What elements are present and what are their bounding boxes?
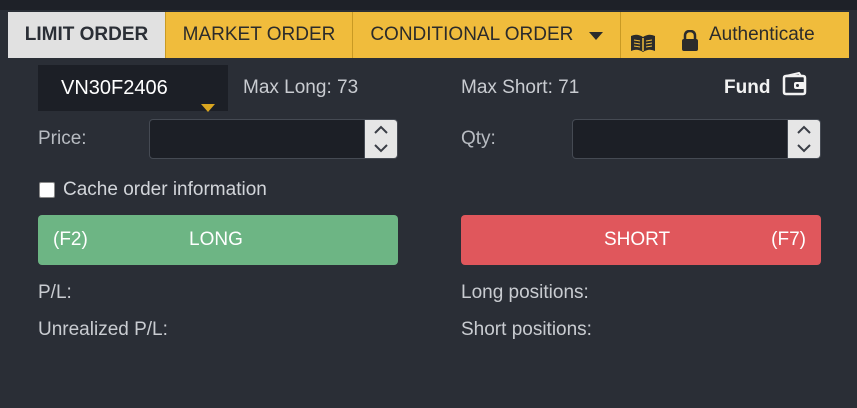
tab-market-order[interactable]: MARKET ORDER bbox=[166, 12, 353, 58]
long-positions-label: Long positions: bbox=[461, 282, 589, 303]
tab-limit-order[interactable]: LIMIT ORDER bbox=[8, 12, 166, 58]
qty-input[interactable] bbox=[572, 119, 821, 159]
short-hotkey: (F7) bbox=[771, 229, 806, 250]
price-input[interactable] bbox=[149, 119, 398, 159]
long-button[interactable]: (F2) LONG bbox=[38, 215, 398, 265]
max-short: Max Short: 71 bbox=[461, 77, 580, 98]
spinner-down-icon[interactable] bbox=[796, 141, 812, 160]
short-button[interactable]: SHORT (F7) bbox=[461, 215, 821, 265]
long-hotkey: (F2) bbox=[53, 229, 88, 250]
order-tabs: LIMIT ORDER MARKET ORDER CONDITIONAL ORD… bbox=[8, 12, 849, 58]
unrealized-pl-label: Unrealized P/L: bbox=[38, 319, 168, 340]
price-spinner[interactable] bbox=[364, 120, 397, 158]
long-label: LONG bbox=[189, 229, 243, 250]
spinner-down-icon[interactable] bbox=[373, 141, 389, 160]
lock-icon bbox=[681, 24, 699, 70]
qty-label: Qty: bbox=[461, 128, 496, 149]
chevron-down-icon bbox=[588, 12, 603, 58]
tab-conditional-order[interactable]: CONDITIONAL ORDER bbox=[353, 12, 621, 58]
top-strip bbox=[0, 0, 857, 10]
spinner-up-icon[interactable] bbox=[373, 123, 389, 142]
short-positions-label: Short positions: bbox=[461, 319, 592, 340]
wallet-icon[interactable] bbox=[781, 71, 807, 101]
pl-label: P/L: bbox=[38, 282, 72, 303]
max-long: Max Long: 73 bbox=[243, 77, 359, 98]
authenticate-button[interactable]: Authenticate bbox=[621, 12, 849, 58]
symbol-select[interactable]: VN30F2406 bbox=[38, 65, 228, 112]
price-label: Price: bbox=[38, 128, 87, 149]
authenticate-label: Authenticate bbox=[709, 24, 815, 45]
fund-link[interactable]: Fund bbox=[724, 77, 770, 99]
symbol-value: VN30F2406 bbox=[61, 77, 168, 99]
tab-conditional-label: CONDITIONAL ORDER bbox=[370, 24, 574, 46]
book-icon[interactable] bbox=[629, 25, 657, 71]
cache-order-label[interactable]: Cache order information bbox=[63, 179, 267, 201]
cache-order-checkbox[interactable] bbox=[39, 182, 55, 198]
short-label: SHORT bbox=[604, 229, 671, 250]
qty-spinner[interactable] bbox=[787, 120, 820, 158]
spinner-up-icon[interactable] bbox=[796, 123, 812, 142]
order-panel: LIMIT ORDER MARKET ORDER CONDITIONAL ORD… bbox=[8, 10, 849, 408]
